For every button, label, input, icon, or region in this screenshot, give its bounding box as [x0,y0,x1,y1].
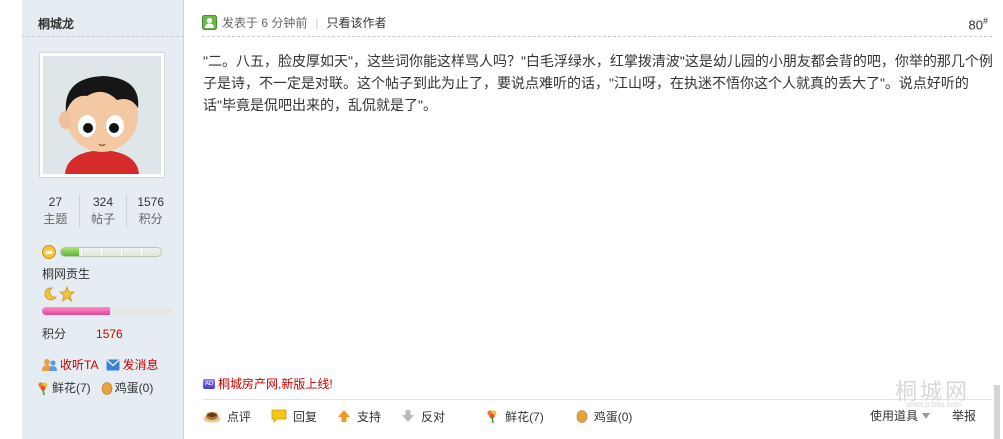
support-button[interactable]: 支持 [337,408,381,425]
site-watermark-url: www.tcbbs.com [906,400,962,409]
user-online-icon [202,15,217,30]
use-tools-dropdown[interactable]: 使用道具 [870,407,930,424]
eggs-count: 鸡蛋(0) [114,381,154,395]
rate-label: 点评 [227,409,252,424]
rate-button[interactable]: 点评 [203,408,251,425]
bar-segment [121,248,122,256]
flower-icon [487,410,497,423]
divider [203,399,992,400]
user-stats: 27 主题 324 帖子 1576 积分 [32,194,174,228]
support-label: 支持 [357,409,382,424]
oppose-button[interactable]: 反对 [401,408,445,425]
level-progress-bar [42,307,172,315]
stat-posts[interactable]: 324 帖子 [78,194,127,228]
moon-icon [44,287,57,301]
only-author-link[interactable]: 只看该作者 [326,14,386,31]
post-toolbar: 点评 回复 支持 反对 鲜花(7) 鸡蛋(0) 使用道具 举报 [203,403,998,429]
flowers-count: 鲜花(7) [52,381,91,395]
follow-label: 收听TA [60,358,99,372]
scrollbar[interactable] [994,385,1000,439]
user-actions: 收听TA 发消息 [42,356,158,373]
level-progress-fill [42,307,110,315]
chevron-down-icon [921,412,930,419]
reply-button[interactable]: 回复 [271,408,317,425]
give-flowers-button[interactable]: 鲜花(7) [485,408,544,425]
posted-time: 发表于 6 分钟前 [222,16,308,30]
follow-button[interactable]: 收听TA [42,356,98,373]
envelope-icon [106,359,120,370]
ad-link[interactable]: 桐城房产网,新版上线! [218,375,333,392]
author-name[interactable]: 桐城龙 [38,15,74,32]
report-button[interactable]: 举报 [952,407,976,424]
stat-label: 主题 [43,212,68,226]
throw-eggs-button[interactable]: 鸡蛋(0) [576,408,633,425]
bar-segment [101,248,102,256]
rank-name: 桐网贡生 [42,267,91,281]
crown-icon [42,245,56,259]
send-message-button[interactable]: 发消息 [106,356,158,373]
avatar[interactable] [39,52,165,178]
star-icon [59,286,75,302]
stat-label: 帖子 [91,212,116,226]
arrow-up-icon [338,410,351,422]
post-meta: 发表于 6 分钟前 | 只看该作者 [202,14,386,31]
stat-value: 27 [48,195,63,209]
score-value: 1576 [96,327,123,341]
egg-icon [576,410,588,423]
eggs-label: 鸡蛋(0) [593,409,633,424]
bar-segment [141,248,142,256]
bar-segment [81,248,82,256]
oppose-label: 反对 [421,409,446,424]
ad-badge-icon: AD [203,378,215,389]
stat-value: 1576 [137,195,165,209]
egg-icon [101,381,112,395]
floor-suffix: # [982,16,988,26]
rank-row [42,245,162,259]
score-row: 积分 1576 [42,325,123,342]
coffee-cup-icon [203,412,221,423]
flower-icon [38,381,48,395]
author-sidebar: 桐城龙 27 主题 324 帖子 1576 积分 桐网贡生 积分 1576 收听… [22,0,184,439]
report-label: 举报 [951,409,976,423]
ad-link-row: AD 桐城房产网,新版上线! [203,375,333,392]
divider [22,36,184,37]
message-label: 发消息 [122,358,159,372]
rank-progress-bar [60,247,162,257]
floor-value: 80 [968,17,983,33]
divider [202,36,992,37]
eggs-button[interactable]: 鸡蛋(0) [101,379,154,396]
rank-progress-fill [61,248,79,256]
floor-number[interactable]: 80# [969,16,988,32]
flowers-label: 鲜花(7) [505,409,544,424]
tools-label: 使用道具 [869,409,918,423]
cartoon-boy-avatar-icon [43,56,161,174]
stat-threads[interactable]: 27 主题 [32,194,79,228]
speech-bubble-icon [271,409,287,423]
score-label: 积分 [42,327,67,341]
users-icon [42,358,57,371]
arrow-down-icon [402,410,415,422]
stat-value: 324 [92,195,114,209]
level-icons [42,286,75,302]
user-gifts: 鲜花(7) 鸡蛋(0) [36,379,153,396]
post-body: 发表于 6 分钟前 | 只看该作者 80# "二。八五，脸皮厚如天"，这些词你能… [185,0,1000,439]
flowers-button[interactable]: 鲜花(7) [36,379,91,396]
stat-label: 积分 [138,212,163,226]
post-content: "二。八五，脸皮厚如天"，这些词你能这样骂人吗？"白毛浮绿水，红掌拨清波"这是幼… [203,53,993,113]
reply-label: 回复 [293,409,318,424]
toolbar-right: 使用道具 举报 [870,407,976,424]
post-container: 桐城龙 27 主题 324 帖子 1576 积分 桐网贡生 积分 1576 收听… [0,0,1003,439]
stat-points[interactable]: 1576 积分 [126,194,174,228]
separator: | [315,15,319,30]
